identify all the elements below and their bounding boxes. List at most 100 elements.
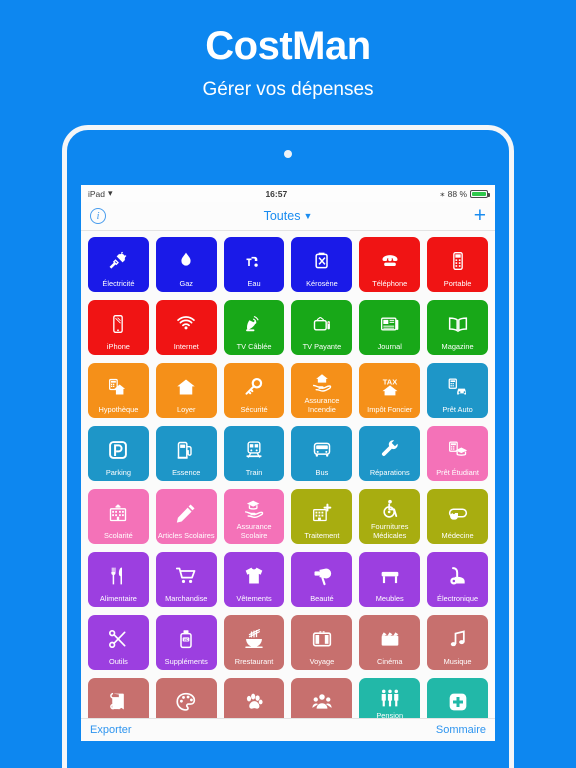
category-tile[interactable]: Sécurité [223, 363, 285, 418]
category-tile[interactable]: Parking [88, 426, 149, 481]
category-tile[interactable]: Assurance Incendie [291, 363, 353, 418]
category-tile[interactable]: Articles Scolaires [155, 489, 217, 544]
filter-label: Toutes [263, 209, 301, 223]
category-tile[interactable]: Meubles [359, 552, 421, 607]
three-people-icon [359, 684, 420, 712]
category-label: Outils [108, 656, 128, 666]
graduation-cap-in-hand-icon [224, 495, 285, 523]
category-tile[interactable]: Marchandise [155, 552, 217, 607]
promo-header: CostMan Gérer vos dépenses [0, 0, 576, 102]
category-tile[interactable]: Pension Nationale [359, 678, 421, 718]
category-tile[interactable]: Prêt Auto [427, 363, 488, 418]
open-book-icon [427, 306, 488, 343]
people-group-icon [291, 684, 352, 718]
supplement-bottle-icon: VC [156, 621, 217, 658]
scissors-icon [88, 621, 149, 658]
category-label: Sécurité [240, 404, 268, 414]
hospital-icon [291, 495, 352, 532]
telephone-icon [359, 243, 420, 280]
category-label: Magazine [441, 341, 474, 351]
category-label: Traitement [304, 530, 340, 540]
category-tile[interactable]: Scolarité [88, 489, 149, 544]
category-tile[interactable]: Fournitures Médicales [359, 489, 421, 544]
category-grid-scroll[interactable]: Électricité Gaz Eau Kérosène Téléphone Portab… [81, 231, 495, 718]
category-tile[interactable]: Sécurité Sociale [427, 678, 488, 718]
category-tile[interactable]: TV Payante [291, 300, 353, 355]
tax-house-icon: TAX [359, 369, 420, 406]
status-bar-clock: 16:57 [265, 188, 288, 199]
category-tile[interactable]: Essence [155, 426, 217, 481]
category-label: Beauté [310, 593, 334, 603]
clapperboard-icon [359, 621, 420, 658]
hair-dryer-icon [291, 558, 352, 595]
summary-button[interactable]: Sommaire [436, 724, 486, 736]
category-tile[interactable]: Médecine [427, 489, 488, 544]
category-tile[interactable]: Électronique [427, 552, 488, 607]
category-tile[interactable]: iPhone [88, 300, 149, 355]
category-label: Voyage [309, 656, 335, 666]
iphone-icon [88, 306, 149, 343]
category-tile[interactable]: Outils [88, 615, 149, 670]
front-camera-dot [284, 150, 292, 158]
category-tile[interactable]: Internet [155, 300, 217, 355]
shopping-cart-icon [156, 558, 217, 595]
category-tile[interactable]: Téléphone [359, 237, 421, 292]
app-tagline: Gérer vos dépenses [202, 79, 374, 100]
filter-dropdown[interactable]: Toutes ▼ [81, 209, 495, 223]
category-tile[interactable]: Hypothèque [88, 363, 149, 418]
category-tile[interactable]: Kérosène [291, 237, 353, 292]
category-label: Assurance Incendie [304, 396, 340, 414]
noodle-bowl-icon [224, 621, 285, 658]
category-label: Cinéma [377, 656, 403, 666]
battery-icon [470, 189, 490, 198]
category-tile[interactable]: Électricité [88, 237, 149, 292]
category-tile[interactable]: Eau [223, 237, 285, 292]
category-tile[interactable]: TAX Impôt Foncier [359, 363, 421, 418]
category-tile[interactable]: Magazine [427, 300, 488, 355]
status-bar-right: ⁎ 88 % [440, 188, 490, 199]
category-tile[interactable]: Musique [427, 615, 488, 670]
battery-label: 88 % [447, 188, 467, 199]
category-tile[interactable]: Prêt Étudiant [427, 426, 488, 481]
category-tile[interactable]: Vêtements [223, 552, 285, 607]
category-tile[interactable]: TV Câblée [223, 300, 285, 355]
television-icon [291, 306, 352, 343]
category-label: Internet [173, 341, 199, 351]
mortgage-calculator-house-icon [88, 369, 149, 406]
wrench-icon [359, 432, 420, 469]
category-tile[interactable]: Animal [223, 678, 285, 718]
fork-knife-icon [88, 558, 149, 595]
bluetooth-icon: ⁎ [440, 188, 445, 198]
export-button[interactable]: Exporter [90, 724, 132, 736]
category-label: Assurance Scolaire [236, 522, 272, 540]
category-tile[interactable]: Alimentaire [88, 552, 149, 607]
category-tile[interactable]: Voyage [291, 615, 353, 670]
category-tile[interactable]: Réparations [359, 426, 421, 481]
vacuum-cleaner-icon [427, 558, 488, 595]
category-tile[interactable]: Loyer [155, 363, 217, 418]
category-tile[interactable]: Bus [291, 426, 353, 481]
category-label: Scolarité [104, 530, 133, 540]
category-tile[interactable]: Activités [155, 678, 217, 718]
satellite-dish-icon [224, 306, 285, 343]
mobile-phone-icon [427, 243, 488, 280]
category-tile[interactable]: Assurance Scolaire [223, 489, 285, 544]
category-label: Fournitures Médicales [371, 522, 409, 540]
app-title: CostMan [205, 24, 371, 68]
category-tile[interactable]: Train [223, 426, 285, 481]
category-label: Meubles [375, 593, 404, 603]
category-tile[interactable]: Traitement [291, 489, 353, 544]
category-tile[interactable]: Beauté [291, 552, 353, 607]
category-tile[interactable]: VC Suppléments [155, 615, 217, 670]
category-tile[interactable]: Livres [88, 678, 149, 718]
category-tile[interactable]: Social [291, 678, 353, 718]
category-label: Suppléments [164, 656, 208, 666]
category-tile[interactable]: Rrestaurant [223, 615, 285, 670]
book-icon [88, 684, 149, 718]
category-tile[interactable]: Portable [427, 237, 488, 292]
category-tile[interactable]: Cinéma [359, 615, 421, 670]
category-tile[interactable]: Journal [359, 300, 421, 355]
category-tile[interactable]: Gaz [155, 237, 217, 292]
table-furniture-icon [359, 558, 420, 595]
train-icon [224, 432, 285, 469]
